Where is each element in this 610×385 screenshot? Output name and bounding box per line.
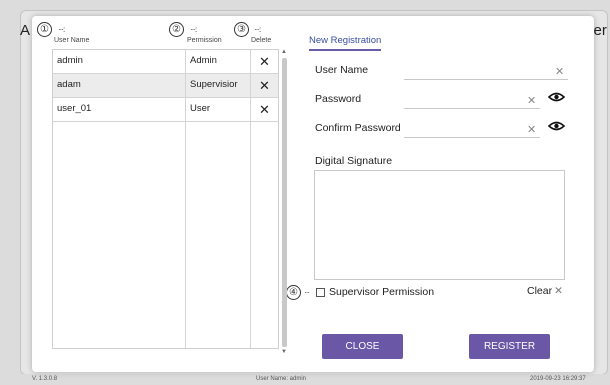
digital-signature-pad[interactable] [314,170,565,280]
delete-user-button[interactable]: ✕ [250,50,278,74]
clear-label: Clear [527,285,553,297]
callout-3-dots: ···: [254,25,261,34]
digital-signature-label: Digital Signature [315,155,393,167]
status-version: V. 1.3.0.8 [32,376,58,382]
scroll-up-arrow-icon[interactable]: ▲ [281,49,287,55]
clear-user-name-icon[interactable]: ✕ [555,65,564,78]
clear-icon: ✕ [554,285,563,297]
register-button[interactable]: REGISTER [469,334,550,359]
table-row[interactable]: adam Supervisior ✕ [53,74,278,98]
cell-user-name: user_01 [57,103,92,114]
user-name-input[interactable] [404,64,568,80]
callout-1-dots: ···: [58,25,65,34]
table-scrollbar[interactable]: ▲ ▼ [281,49,288,359]
tab-new-registration[interactable]: New Registration [309,35,382,51]
cell-user-name: admin [57,55,83,66]
callout-4-dots: ··· [304,288,310,297]
close-button[interactable]: CLOSE [322,334,403,359]
scroll-thumb[interactable] [282,58,287,347]
clear-signature-button[interactable]: Clear ✕ [527,285,563,297]
column-header-delete: Delete [251,37,272,44]
user-table: admin Admin ✕ adam Supervisior ✕ user_01… [52,49,279,349]
callout-2-dots: ···: [190,25,197,34]
show-password-eye-icon[interactable] [548,92,565,102]
callout-1: ① [37,22,52,37]
clear-confirm-password-icon[interactable]: ✕ [527,123,536,136]
status-datetime: 2019-09-23 16:29:37 [530,376,586,382]
cell-permission: Supervisior [185,74,250,98]
column-divider [185,122,186,348]
show-confirm-password-eye-icon[interactable] [548,121,565,131]
confirm-password-label: Confirm Password [315,122,401,134]
password-input[interactable] [404,93,540,109]
clear-password-icon[interactable]: ✕ [527,94,536,107]
password-label: Password [315,93,362,105]
cell-permission: Admin [185,50,250,74]
delete-user-button[interactable]: ✕ [250,74,278,98]
table-row[interactable]: user_01 User ✕ [53,98,278,122]
supervisor-permission-label: Supervisor Permission [329,286,435,298]
column-header-permission: Permission [187,37,222,44]
callout-4: ④ [286,285,301,300]
column-divider [250,122,251,348]
confirm-password-input[interactable] [404,122,540,138]
column-header-user-name: User Name [54,37,90,44]
user-name-label: User Name [315,64,369,76]
app-title-left: A [20,22,31,39]
scroll-down-arrow-icon[interactable]: ▼ [281,349,287,355]
cell-permission: User [185,98,250,122]
table-row[interactable]: admin Admin ✕ [53,50,278,74]
status-user: User Name: admin [256,376,307,382]
supervisor-permission-checkbox[interactable] [316,288,325,297]
cell-user-name: adam [57,79,81,90]
callout-2: ② [169,22,184,37]
callout-3: ③ [234,22,249,37]
delete-user-button[interactable]: ✕ [250,98,278,122]
